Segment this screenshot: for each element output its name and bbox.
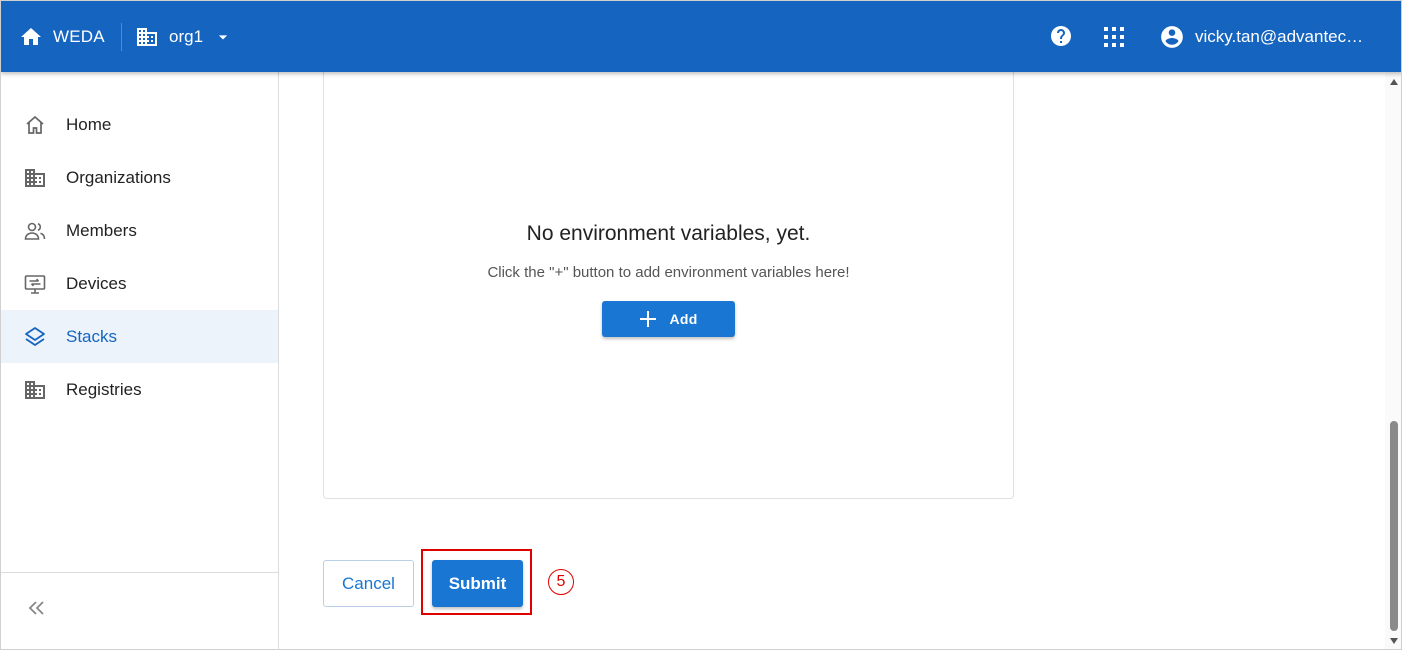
sidebar-item-label: Stacks (66, 326, 118, 346)
org-name: org1 (169, 27, 204, 46)
top-app-bar: WEDA org1 vicky.tan@advantec… (1, 1, 1401, 72)
plus-icon (640, 311, 657, 327)
building-icon (25, 381, 45, 399)
people-icon (24, 222, 46, 240)
apps-grid-icon (1104, 27, 1124, 47)
help-icon (1051, 26, 1071, 46)
step-number-marker: 5 (548, 569, 574, 595)
header-divider (121, 23, 122, 51)
building-icon (25, 169, 45, 187)
account-circle-icon (1161, 26, 1183, 48)
scroll-up-arrow-icon[interactable] (1389, 78, 1399, 86)
sidebar-item-organizations[interactable]: Organizations (1, 151, 278, 204)
app-home-button[interactable]: WEDA (19, 23, 105, 51)
add-button-label: Add (669, 311, 698, 327)
sidebar: Home Organizations Members Devices Stack… (1, 72, 279, 649)
sidebar-item-label: Home (66, 114, 112, 134)
sidebar-item-label: Devices (66, 273, 127, 293)
home-icon (21, 28, 41, 45)
submit-button[interactable]: Submit (432, 560, 523, 607)
empty-state-title: No environment variables, yet. (526, 222, 811, 245)
apps-menu-button[interactable] (1103, 26, 1125, 48)
sidebar-item-label: Members (66, 220, 137, 240)
user-email: vicky.tan@advantec… (1195, 27, 1364, 46)
scroll-down-arrow-icon[interactable] (1389, 637, 1399, 645)
collapse-sidebar-button[interactable] (25, 596, 49, 620)
home-outline-icon (26, 115, 44, 134)
app-name: WEDA (53, 27, 105, 46)
empty-state-hint: Click the "+" button to add environment … (487, 264, 850, 281)
cancel-button[interactable]: Cancel (323, 560, 414, 607)
double-chevron-left-icon (28, 601, 44, 615)
caret-down-icon (218, 35, 228, 40)
sidebar-item-members[interactable]: Members (1, 204, 278, 257)
sidebar-divider (1, 572, 278, 573)
sidebar-item-home[interactable]: Home (1, 98, 278, 151)
layers-icon (25, 327, 45, 346)
app-window: WEDA org1 vicky.tan@advantec… Home Organ… (0, 0, 1402, 650)
device-icon (24, 275, 46, 294)
org-selector[interactable]: org1 (135, 23, 233, 51)
sidebar-item-label: Organizations (66, 167, 171, 187)
sidebar-item-label: Registries (66, 379, 142, 399)
user-account-button[interactable]: vicky.tan@advantec… (1159, 23, 1363, 51)
sidebar-item-stacks[interactable]: Stacks (1, 310, 278, 363)
scrollbar-thumb[interactable] (1390, 421, 1398, 631)
help-button[interactable] (1049, 24, 1073, 48)
sidebar-item-registries[interactable]: Registries (1, 363, 278, 416)
sidebar-item-devices[interactable]: Devices (1, 257, 278, 310)
add-env-variable-button[interactable]: Add (602, 301, 735, 337)
building-icon (137, 28, 157, 46)
